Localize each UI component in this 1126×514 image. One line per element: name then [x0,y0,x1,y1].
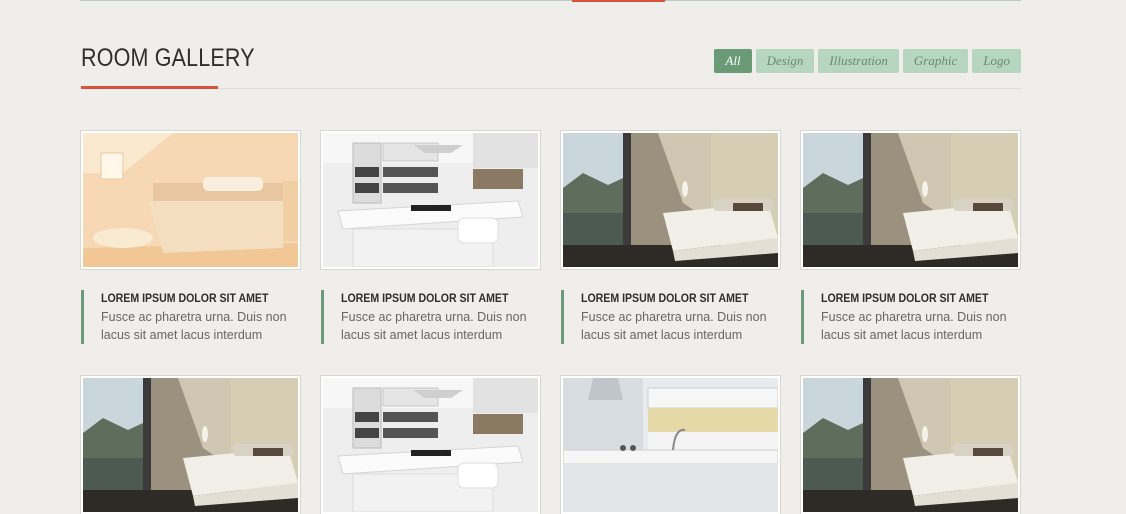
bedroom-photo [83,133,298,267]
gallery-thumbnail[interactable] [81,376,300,514]
kitchen-photo [323,133,538,267]
filter-design-button[interactable]: Design [755,49,815,73]
bedroom-view-photo [563,133,778,267]
gallery-item[interactable]: LOREM IPSUM DOLOR SIT AMET Fusce ac phar… [81,131,300,344]
gallery-thumbnail[interactable] [561,131,780,269]
gallery-thumbnail[interactable] [81,131,300,269]
gallery-item-title: LOREM IPSUM DOLOR SIT AMET [341,291,509,305]
kitchen-photo [323,378,538,512]
gallery-item-description: Fusce ac pharetra urna. Duis non lacus s… [341,310,527,342]
gallery-item-title: LOREM IPSUM DOLOR SIT AMET [101,291,269,305]
gallery-item[interactable] [561,376,780,514]
gallery-thumbnail[interactable] [801,376,1020,514]
title-underline [81,86,218,89]
bedroom-view-photo [803,133,1018,267]
filter-graphic-button[interactable]: Graphic [902,49,969,73]
filter-all-button[interactable]: All [714,49,752,73]
gallery-item-description: Fusce ac pharetra urna. Duis non lacus s… [821,310,1007,342]
page-title: ROOM GALLERY [81,44,255,72]
gallery-item-description: Fusce ac pharetra urna. Duis non lacus s… [101,310,287,342]
gallery-item-title: LOREM IPSUM DOLOR SIT AMET [581,291,749,305]
gallery-caption: LOREM IPSUM DOLOR SIT AMET Fusce ac phar… [801,290,1020,344]
filter-bar: All Design Illustration Graphic Logo [714,49,1021,73]
filter-logo-button[interactable]: Logo [972,49,1021,73]
gallery-caption: LOREM IPSUM DOLOR SIT AMET Fusce ac phar… [81,290,300,344]
title-divider [81,88,1021,89]
gallery-item[interactable]: LOREM IPSUM DOLOR SIT AMET Fusce ac phar… [801,131,1020,344]
gallery-thumbnail[interactable] [561,376,780,514]
gallery-caption: LOREM IPSUM DOLOR SIT AMET Fusce ac phar… [321,290,540,344]
gallery-item[interactable] [81,376,300,514]
gallery-item[interactable]: LOREM IPSUM DOLOR SIT AMET Fusce ac phar… [321,131,540,344]
top-accent-bar [572,0,665,2]
gallery-item[interactable] [321,376,540,514]
gallery-thumbnail[interactable] [321,376,540,514]
top-rule [80,0,1021,1]
gallery-item-title: LOREM IPSUM DOLOR SIT AMET [821,291,989,305]
gallery-item[interactable]: LOREM IPSUM DOLOR SIT AMET Fusce ac phar… [561,131,780,344]
bedroom-view-photo [83,378,298,512]
gallery-caption: LOREM IPSUM DOLOR SIT AMET Fusce ac phar… [561,290,780,344]
bedroom-view-photo [803,378,1018,512]
gallery-item-description: Fusce ac pharetra urna. Duis non lacus s… [581,310,767,342]
modern-kitchen-photo [563,378,778,512]
filter-illustration-button[interactable]: Illustration [818,49,899,73]
gallery-thumbnail[interactable] [801,131,1020,269]
gallery-item[interactable] [801,376,1020,514]
gallery-thumbnail[interactable] [321,131,540,269]
